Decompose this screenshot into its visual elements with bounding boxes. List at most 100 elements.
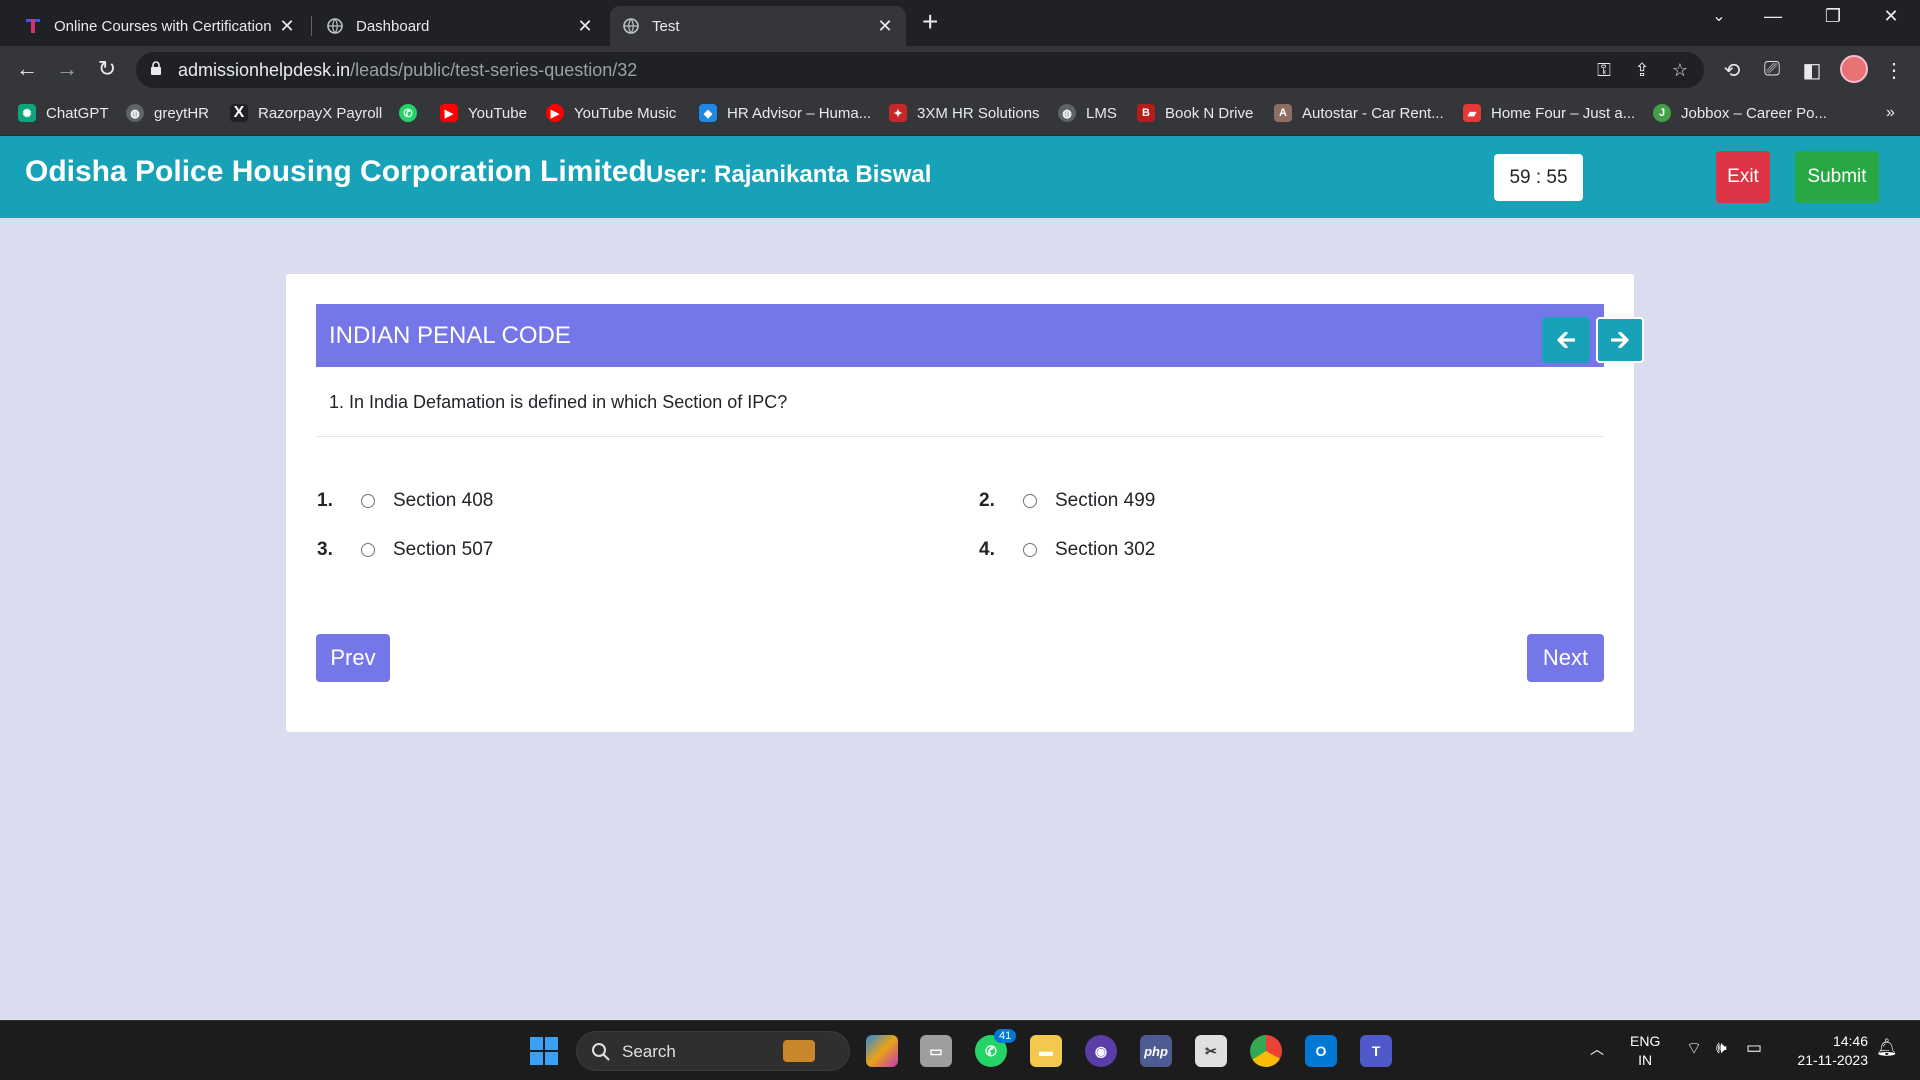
bookmark-greythr[interactable]: ◍ greytHR — [126, 104, 209, 122]
whatsapp-icon: ✆ — [399, 104, 417, 122]
prev-button[interactable]: Prev — [316, 634, 390, 682]
option-3[interactable]: 3. Section 507 — [317, 539, 493, 561]
bookmark-home-four[interactable]: ▰ Home Four – Just a... — [1463, 104, 1635, 122]
radio-button[interactable] — [361, 494, 375, 508]
option-number: 1. — [317, 490, 333, 511]
radio-button[interactable] — [361, 543, 375, 557]
question-card: INDIAN PENAL CODE 1. In India Defamation… — [286, 274, 1644, 732]
bookmark-label: Home Four – Just a... — [1491, 104, 1636, 122]
bookmark-label: 3XM HR Solutions — [917, 104, 1040, 122]
teams-icon[interactable]: T — [1360, 1035, 1392, 1067]
radio-button[interactable] — [1023, 543, 1037, 557]
briefcase-icon — [783, 1040, 815, 1062]
battery-icon[interactable]: ▭ — [1746, 1038, 1762, 1058]
exit-button[interactable]: Exit — [1716, 151, 1770, 203]
option-text: Section 507 — [393, 539, 494, 560]
notification-bell-icon[interactable]: 🔔︎ — [1876, 1038, 1898, 1058]
radio-button[interactable] — [1023, 494, 1037, 508]
bookmark-book-n-drive[interactable]: B Book N Drive — [1137, 104, 1253, 122]
extension-icon[interactable]: ⟲ — [1718, 58, 1746, 83]
language-indicator[interactable]: ENG IN — [1630, 1032, 1660, 1070]
side-panel-icon[interactable]: ◧ — [1798, 58, 1826, 83]
close-icon[interactable]: ✕ — [876, 16, 894, 37]
taskbar-search[interactable]: Search — [576, 1031, 850, 1071]
submit-button[interactable]: Submit — [1795, 151, 1879, 203]
bookmark-label: RazorpayX Payroll — [258, 104, 383, 122]
option-1[interactable]: 1. Section 408 — [317, 490, 493, 512]
copilot-icon[interactable] — [866, 1035, 898, 1067]
clock[interactable]: 14:46 21-11-2023 — [1784, 1032, 1868, 1070]
url-host: admissionhelpdesk.in — [178, 60, 351, 80]
arrow-right-icon — [1611, 332, 1629, 348]
address-bar[interactable]: admissionhelpdesk.in/leads/public/test-s… — [136, 52, 1704, 88]
window-close-icon[interactable]: ✕ — [1871, 6, 1911, 27]
close-icon[interactable]: ✕ — [278, 16, 296, 37]
bookmark-youtube-music[interactable]: ▶ YouTube Music — [546, 104, 676, 122]
t-logo-icon — [24, 17, 42, 35]
youtube-music-icon: ▶ — [546, 104, 564, 122]
bookmark-star-icon[interactable]: ☆ — [1668, 60, 1692, 81]
github-icon[interactable]: ◉ — [1085, 1035, 1117, 1067]
php-icon[interactable]: php — [1140, 1035, 1172, 1067]
bookmark-autostar[interactable]: A Autostar - Car Rent... — [1274, 104, 1444, 122]
prev-arrow-button[interactable] — [1542, 317, 1590, 363]
bookmark-label: YouTube — [468, 104, 527, 122]
browser-tab-courses[interactable]: Online Courses with Certification ✕ — [12, 6, 308, 46]
file-explorer-icon[interactable]: ▬ — [1030, 1035, 1062, 1067]
more-menu-icon[interactable]: ⋮ — [1880, 58, 1908, 83]
forward-arrow-icon[interactable]: → — [52, 56, 82, 82]
browser-tab-dashboard[interactable]: Dashboard ✕ — [314, 6, 606, 46]
volume-icon[interactable]: 🕪 — [1716, 1038, 1727, 1058]
option-4[interactable]: 4. Section 302 — [979, 539, 1155, 561]
next-button[interactable]: Next — [1527, 634, 1604, 682]
new-tab-button[interactable]: + — [922, 8, 938, 36]
bookmarks-bar: ✺ ChatGPT ◍ greytHR X RazorpayX Payroll ✆ ▶… — [0, 94, 1920, 136]
globe-icon — [622, 17, 640, 35]
bookmark-3xm[interactable]: ✦ 3XM HR Solutions — [889, 104, 1040, 122]
snipping-tool-icon[interactable]: ✂ — [1195, 1035, 1227, 1067]
bookmark-whatsapp[interactable]: ✆ — [399, 104, 417, 122]
next-arrow-button[interactable] — [1596, 317, 1644, 363]
autostar-icon: A — [1274, 104, 1292, 122]
search-label: Search — [622, 1042, 676, 1061]
share-icon[interactable]: ⇪ — [1630, 60, 1654, 81]
wifi-icon[interactable]: ⌔ — [1686, 1038, 1702, 1059]
outlook-icon[interactable]: O — [1305, 1035, 1337, 1067]
password-key-icon[interactable]: ⚿ — [1592, 60, 1616, 81]
bookmarks-overflow-icon[interactable]: » — [1886, 104, 1895, 122]
bookmark-jobbox[interactable]: J Jobbox – Career Po... — [1653, 104, 1827, 122]
bookmark-label: HR Advisor – Huma... — [727, 104, 872, 122]
option-text: Section 408 — [393, 490, 494, 511]
clock-date: 21-11-2023 — [1797, 1052, 1868, 1068]
back-arrow-icon[interactable]: ← — [12, 56, 42, 82]
app-header: Odisha Police Housing Corporation Limite… — [0, 136, 1920, 218]
profile-avatar[interactable] — [1840, 55, 1868, 83]
divider — [316, 436, 1604, 437]
card-header: INDIAN PENAL CODE — [316, 304, 1644, 367]
task-view-icon[interactable]: ▭ — [920, 1035, 952, 1067]
restore-icon[interactable]: ❐ — [1813, 6, 1853, 27]
globe-icon: ◍ — [126, 104, 144, 122]
windows-start-icon[interactable] — [528, 1035, 560, 1067]
cast-icon[interactable]: ⎚ — [1758, 58, 1786, 81]
bookmark-hr-advisor[interactable]: ◆ HR Advisor – Huma... — [699, 104, 871, 122]
browser-tab-test[interactable]: Test ✕ — [610, 6, 906, 46]
bookmark-label: greytHR — [154, 104, 210, 122]
globe-icon: ◍ — [1058, 104, 1076, 122]
bookmark-razorpayx[interactable]: X RazorpayX Payroll — [230, 104, 382, 122]
bookmark-lms[interactable]: ◍ LMS — [1058, 104, 1117, 122]
reload-icon[interactable]: ↻ — [92, 56, 122, 82]
bookmark-chatgpt[interactable]: ✺ ChatGPT — [18, 104, 109, 122]
tab-search-chevron-icon[interactable]: ⌄ — [1699, 6, 1739, 26]
user-label: User: Rajanikanta Biswal — [646, 161, 932, 188]
browser-toolbar: ← → ↻ admissionhelpdesk.in/leads/public/… — [0, 46, 1920, 94]
minimize-icon[interactable]: — — [1753, 6, 1793, 27]
bookmark-youtube[interactable]: ▶ YouTube — [440, 104, 527, 122]
show-hidden-icons-chevron-icon[interactable]: ︿ — [1590, 1039, 1604, 1059]
option-2[interactable]: 2. Section 499 — [979, 490, 1155, 512]
close-icon[interactable]: ✕ — [576, 16, 594, 37]
bookmark-label: YouTube Music — [574, 104, 677, 122]
chrome-icon[interactable] — [1250, 1035, 1282, 1067]
question-text: 1. In India Defamation is defined in whi… — [329, 392, 788, 412]
tab-title: Dashboard — [356, 17, 430, 35]
